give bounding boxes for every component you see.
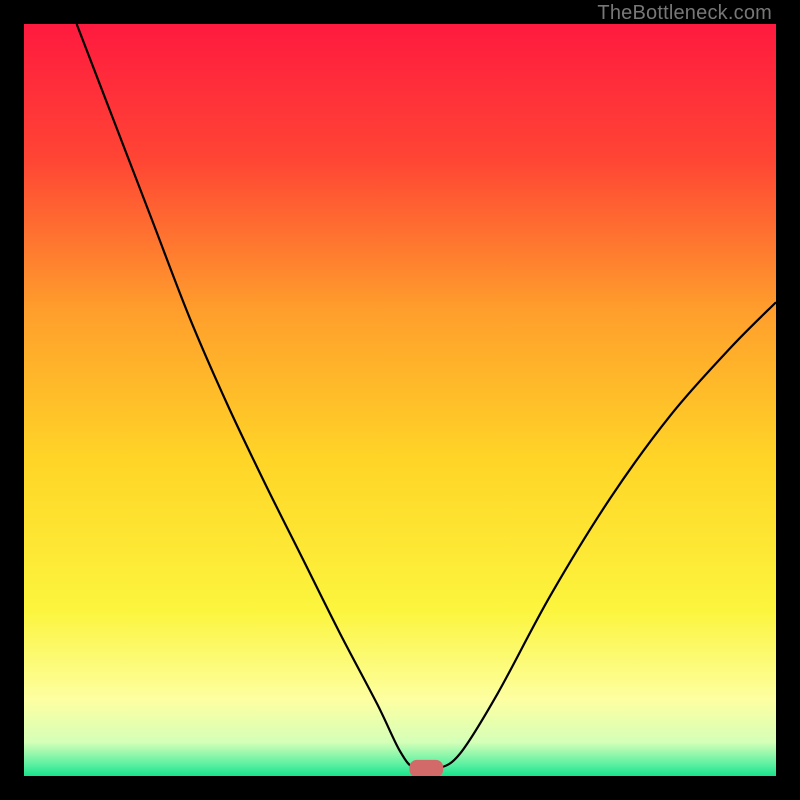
bottleneck-curve bbox=[77, 24, 776, 771]
watermark-label: TheBottleneck.com bbox=[597, 2, 772, 25]
plot-area bbox=[24, 24, 776, 776]
chart-frame: TheBottleneck.com bbox=[0, 0, 800, 800]
curve-layer bbox=[24, 24, 776, 776]
optimal-marker bbox=[409, 760, 443, 776]
